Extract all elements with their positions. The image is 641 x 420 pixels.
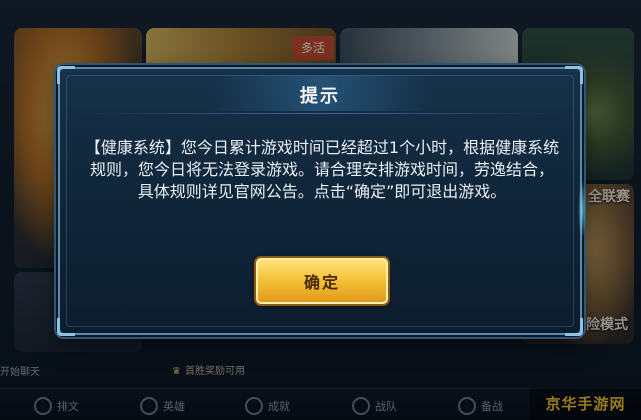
dialog-message: 【健康系统】您今日累计游戏时间已经超过1个小时，根据健康系统规则，您今日将无法登…: [84, 138, 560, 201]
health-system-dialog: 提示 【健康系统】您今日累计游戏时间已经超过1个小时，根据健康系统规则，您今日将…: [57, 66, 586, 336]
title-divider: [80, 113, 560, 114]
confirm-button[interactable]: 确定: [256, 258, 388, 304]
dialog-corner: [57, 318, 75, 336]
dialog-edge-glow: [578, 179, 586, 239]
dialog-title: 提示: [300, 86, 340, 107]
dialog-corner: [565, 318, 583, 336]
